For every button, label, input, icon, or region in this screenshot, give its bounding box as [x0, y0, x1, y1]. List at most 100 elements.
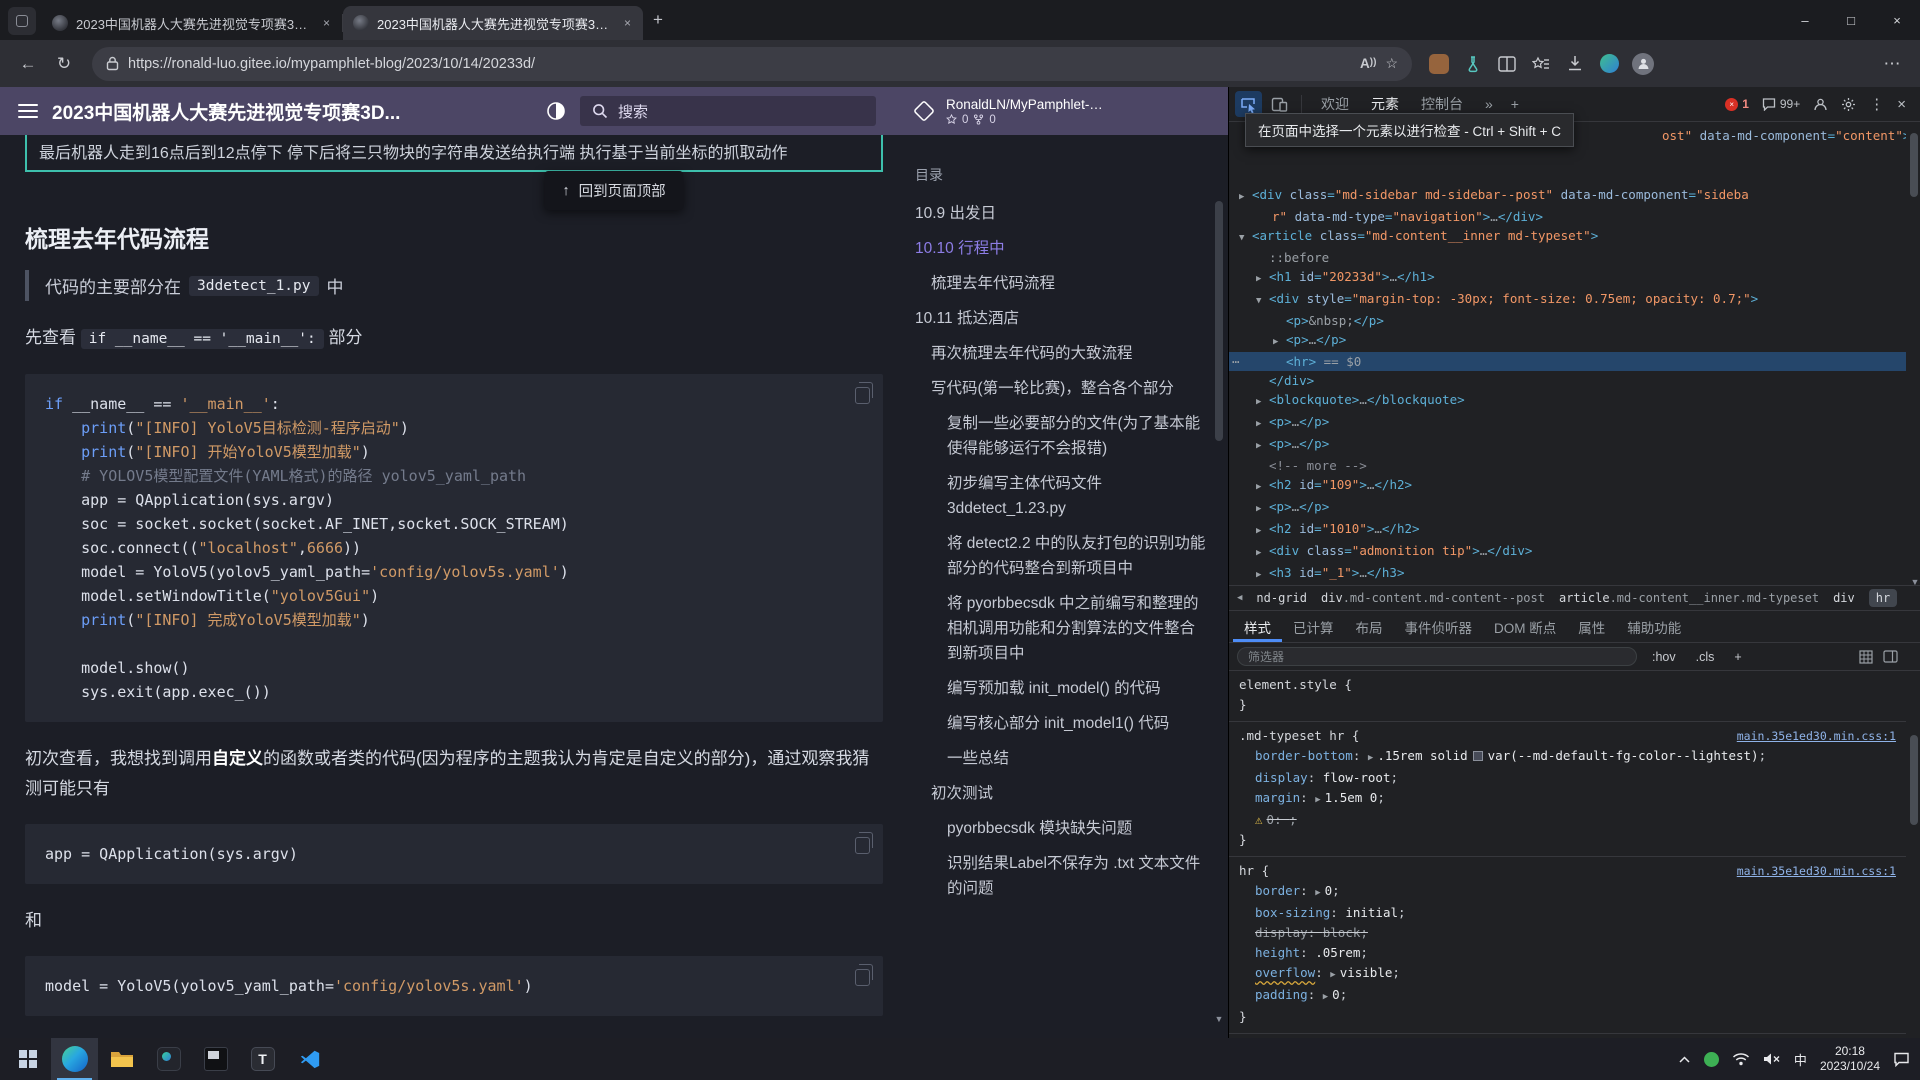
- volume-muted-icon[interactable]: [1763, 1052, 1781, 1066]
- favorites-bar-icon[interactable]: [1526, 49, 1556, 79]
- copy-icon[interactable]: [855, 837, 870, 854]
- feedback-icon[interactable]: [1813, 97, 1828, 112]
- dom-tree-node[interactable]: ▶<h2 id="1010">…</h2>: [1229, 519, 1906, 541]
- styles-sidebar-tab[interactable]: 属性: [1567, 611, 1616, 642]
- styles-sidebar-tab[interactable]: 辅助功能: [1616, 611, 1692, 642]
- css-declaration[interactable]: overflow: ▶visible;: [1239, 963, 1896, 985]
- css-selector[interactable]: .md-typeset hr {: [1239, 726, 1359, 746]
- maximize-button[interactable]: □: [1828, 0, 1874, 40]
- network-icon[interactable]: [1732, 1052, 1750, 1066]
- workspace-icon[interactable]: [8, 7, 36, 35]
- dom-tree-node[interactable]: ▶<h3 id="_1">…</h3>: [1229, 563, 1906, 585]
- styles-sidebar-tab[interactable]: 已计算: [1282, 611, 1345, 642]
- dom-tree-node[interactable]: <!-- more -->: [1229, 456, 1906, 475]
- dom-tree-node[interactable]: ▶<p>…</p>: [1229, 412, 1906, 434]
- copy-icon[interactable]: [855, 969, 870, 986]
- scroll-down-icon[interactable]: ▼: [1213, 1014, 1225, 1024]
- extension-icon-1[interactable]: [1424, 49, 1454, 79]
- favorite-star-icon[interactable]: ☆: [1385, 55, 1398, 72]
- styles-sidebar-tab[interactable]: 事件侦听器: [1394, 611, 1484, 642]
- css-selector[interactable]: element.style {: [1239, 675, 1352, 695]
- toc-item[interactable]: 一些总结: [915, 746, 1207, 771]
- style-filter-toggle[interactable]: .cls: [1691, 648, 1720, 666]
- styles-sidebar-tab[interactable]: DOM 断点: [1483, 611, 1567, 642]
- stylesheet-link[interactable]: main.35e1ed30.min.css:1: [1737, 861, 1896, 881]
- browser-tab-1[interactable]: 2023中国机器人大赛先进视觉专项赛3D… ×: [42, 6, 342, 40]
- url-text[interactable]: https://ronald-luo.gitee.io/mypamphlet-b…: [128, 56, 1351, 72]
- breadcrumb-back-icon[interactable]: ◀: [1237, 593, 1242, 603]
- back-button[interactable]: ←: [12, 48, 44, 80]
- styles-sidebar-tab[interactable]: 布局: [1345, 611, 1394, 642]
- style-filter-toggle[interactable]: :hov: [1647, 648, 1681, 666]
- dom-tree-node[interactable]: ▶<p>…</p>: [1229, 330, 1906, 352]
- toc-item[interactable]: 初步编写主体代码文件 3ddetect_1.23.py: [915, 471, 1207, 521]
- css-declaration[interactable]: height: .05rem;: [1239, 943, 1896, 963]
- breadcrumb-item[interactable]: article.md-content__inner.md-typeset: [1559, 591, 1819, 605]
- lock-icon[interactable]: [106, 56, 119, 71]
- search-input[interactable]: 搜索: [580, 96, 876, 126]
- notification-center-icon[interactable]: [1893, 1052, 1910, 1067]
- styles-sidebar-tab[interactable]: 样式: [1233, 611, 1282, 642]
- css-declaration[interactable]: ⚠0: ;: [1239, 810, 1896, 830]
- taskbar-typora[interactable]: T: [239, 1038, 286, 1080]
- error-badge[interactable]: × 1: [1725, 97, 1749, 111]
- toc-item[interactable]: 梳理去年代码流程: [915, 271, 1207, 296]
- style-filter-toggle[interactable]: +: [1729, 648, 1746, 666]
- scrollbar-thumb[interactable]: [1910, 133, 1918, 197]
- styles-scrollbar[interactable]: [1909, 677, 1919, 1027]
- toc-item[interactable]: 识别结果Label不保存为 .txt 文本文件的问题: [915, 851, 1207, 901]
- theme-toggle-icon[interactable]: [546, 101, 566, 121]
- tab-close-icon[interactable]: ×: [622, 16, 633, 30]
- split-screen-icon[interactable]: [1492, 49, 1522, 79]
- toc-item[interactable]: pyorbbecsdk 模块缺失问题: [915, 816, 1207, 841]
- css-declaration[interactable]: margin: ▶1.5em 0;: [1239, 788, 1896, 810]
- dom-tree-node[interactable]: ▶<div class="md-sidebar md-sidebar--post…: [1229, 185, 1906, 207]
- repo-link[interactable]: RonaldLN/MyPamphlet-… 0 0: [912, 97, 1103, 126]
- css-selector[interactable]: hr {: [1239, 861, 1269, 881]
- toc-item[interactable]: 10.9 出发日: [915, 201, 1207, 226]
- stylesheet-link[interactable]: main.35e1ed30.min.css:1: [1737, 726, 1896, 746]
- more-tabs-icon[interactable]: »: [1478, 96, 1500, 112]
- computed-sidebar-icon[interactable]: [1883, 650, 1898, 663]
- taskbar-edge[interactable]: [51, 1038, 98, 1080]
- tab-close-icon[interactable]: ×: [321, 16, 332, 30]
- dom-tree-node[interactable]: ▶<blockquote>…</blockquote>: [1229, 390, 1906, 412]
- browser-menu-icon[interactable]: ⋯: [1876, 48, 1908, 80]
- dom-tree-node[interactable]: ▶<h1 id="20233d">…</h1>: [1229, 267, 1906, 289]
- toc-item[interactable]: 复制一些必要部分的文件(为了基本能使得能够运行不会报错): [915, 411, 1207, 461]
- dom-tree-node[interactable]: ▶<p>…</p>: [1229, 434, 1906, 456]
- css-declaration[interactable]: border-bottom: ▶.15rem solidvar(--md-def…: [1239, 746, 1896, 768]
- dom-tree-node[interactable]: ::before: [1229, 248, 1906, 267]
- copy-icon[interactable]: [855, 387, 870, 404]
- address-bar[interactable]: https://ronald-luo.gitee.io/mypamphlet-b…: [92, 47, 1412, 81]
- css-declaration[interactable]: padding: ▶0;: [1239, 985, 1896, 1007]
- dom-tree-node[interactable]: ▶<div class="admonition tip">…</div>: [1229, 541, 1906, 563]
- browser-tab-2[interactable]: 2023中国机器人大赛先进视觉专项赛3D… ×: [343, 6, 643, 40]
- toc-item[interactable]: 将 detect2.2 中的队友打包的识别功能部分的代码整合到新项目中: [915, 531, 1207, 581]
- dom-tree-node[interactable]: ⋯<hr> == $0: [1229, 352, 1906, 371]
- extension-icon-2[interactable]: [1594, 49, 1624, 79]
- page-scrollbar[interactable]: ▼: [1213, 141, 1225, 1032]
- minimize-button[interactable]: –: [1782, 0, 1828, 40]
- taskbar-app-5[interactable]: [192, 1038, 239, 1080]
- dom-tree-node[interactable]: ▼<div style="margin-top: -30px; font-siz…: [1229, 289, 1906, 311]
- new-tab-button[interactable]: +: [653, 10, 663, 30]
- refresh-button[interactable]: ↻: [48, 48, 80, 80]
- read-aloud-icon[interactable]: A)): [1360, 56, 1376, 71]
- breadcrumb-item[interactable]: hr: [1869, 589, 1897, 607]
- toc-item[interactable]: 再次梳理去年代码的大致流程: [915, 341, 1207, 366]
- toc-item[interactable]: 编写预加载 init_model() 的代码: [915, 676, 1207, 701]
- toc-item[interactable]: 编写核心部分 init_model1() 代码: [915, 711, 1207, 736]
- profile-avatar[interactable]: [1628, 49, 1658, 79]
- tray-chevron-up-icon[interactable]: [1678, 1055, 1691, 1064]
- breadcrumb-item[interactable]: nd-grid: [1256, 591, 1307, 605]
- settings-gear-icon[interactable]: [1841, 97, 1856, 112]
- scrollbar-thumb[interactable]: [1215, 201, 1223, 441]
- dom-tree-node[interactable]: </div>: [1229, 371, 1906, 390]
- ime-indicator[interactable]: 中: [1794, 1050, 1807, 1069]
- toc-item[interactable]: 10.11 抵达酒店: [915, 306, 1207, 331]
- toc-item[interactable]: 写代码(第一轮比赛)，整合各个部分: [915, 376, 1207, 401]
- menu-icon[interactable]: [18, 104, 38, 118]
- dom-tree-node[interactable]: ▶<h2 id="109">…</h2>: [1229, 475, 1906, 497]
- breadcrumb-item[interactable]: div: [1833, 591, 1855, 605]
